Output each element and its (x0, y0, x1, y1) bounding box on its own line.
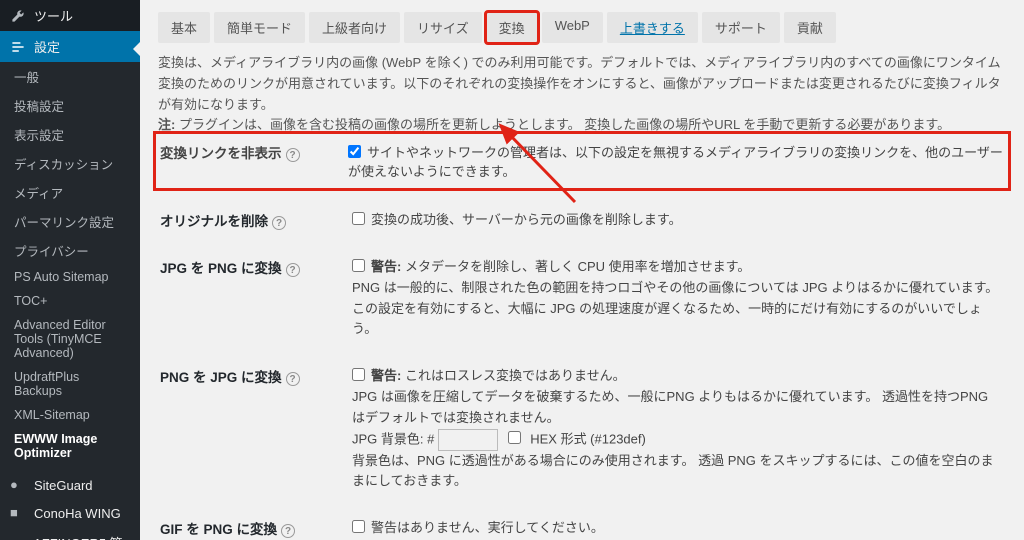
tab-5[interactable]: WebP (542, 12, 603, 43)
sidebar-sub-item[interactable]: 表示設定 (0, 120, 140, 149)
help-icon[interactable]: ? (286, 263, 300, 277)
jpg-to-png-row: JPG を PNG に変換? 警告: メタデータを削除し、著しく CPU 使用率… (160, 249, 1004, 356)
help-icon[interactable]: ? (286, 148, 300, 162)
png2jpg-checkbox[interactable] (352, 368, 365, 381)
intro-line1: 変換は、メディアライブラリ内の画像 (WebP を除く) でのみ利用可能です。デ… (158, 53, 1006, 115)
tab-8[interactable]: 貢献 (784, 12, 836, 43)
sidebar-item[interactable]: ■ ConoHa WING (0, 499, 140, 527)
jpg2png-desc: PNG は一般的に、制限された色の範囲を持つロゴやその他の画像については JPG… (352, 280, 998, 337)
tab-3[interactable]: リサイズ (404, 12, 482, 43)
hide-text: サイトやネットワークの管理者は、以下の設定を無視するメディアライブラリの変換リン… (348, 145, 1003, 179)
tab-0[interactable]: 基本 (158, 12, 210, 43)
tab-4[interactable]: 変換 (486, 12, 538, 43)
png2jpg-hexlabel: HEX 形式 (#123def) (527, 431, 646, 446)
hex-checkbox[interactable] (508, 431, 521, 444)
jpg2png-warn: 警告: (371, 259, 401, 274)
admin-sidebar: ツール 設定 一般投稿設定表示設定ディスカッションメディアパーマリンク設定プライ… (0, 0, 140, 540)
del-text: 変換の成功後、サーバーから元の画像を削除します。 (371, 212, 682, 227)
hide-label: 変換リンクを非表示 (160, 146, 282, 161)
png2jpg-warn: 警告: (371, 368, 401, 383)
del-checkbox[interactable] (352, 212, 365, 225)
help-icon[interactable]: ? (286, 372, 300, 386)
hide-checkbox[interactable] (348, 145, 361, 158)
sidebar-item[interactable]: ● SiteGuard (0, 471, 140, 499)
hex-input[interactable] (438, 429, 498, 451)
current-indicator (133, 42, 140, 56)
intro-note: プラグインは、画像を含む投稿の画像の場所を更新しようとします。 変換した画像の場… (175, 117, 950, 132)
sidebar-sub-item[interactable]: パーマリンク設定 (0, 207, 140, 236)
hide-conversion-links-row: 変換リンクを非表示? サイトやネットワークの管理者は、以下の設定を無視するメディ… (158, 136, 1006, 186)
png2jpg-wtext: これはロスレス変換ではありません。 (401, 368, 625, 383)
sidebar-sub-item[interactable]: メディア (0, 178, 140, 207)
gif-to-png-row: GIF を PNG に変換? 警告はありません、実行してください。 一般に PN… (160, 510, 1004, 540)
sidebar-sub-item[interactable]: XML-Sitemap (0, 403, 140, 427)
png2jpg-desc: JPG は画像を圧縮してデータを破棄するため、一般にPNG よりもはるかに優れて… (352, 389, 988, 425)
sliders-icon (10, 39, 26, 55)
help-icon[interactable]: ? (281, 524, 295, 538)
jpg2png-label: JPG を PNG に変換 (160, 261, 282, 276)
del-label: オリジナルを削除 (160, 214, 268, 229)
png-to-jpg-row: PNG を JPG に変換? 警告: これはロスレス変換ではありません。 JPG… (160, 358, 1004, 508)
tab-1[interactable]: 簡単モード (214, 12, 305, 43)
sidebar-sub-item[interactable]: PS Auto Sitemap (0, 265, 140, 289)
sidebar-sub-item[interactable]: Advanced Editor Tools (TinyMCE Advanced) (0, 313, 140, 365)
menu-icon: ● (10, 477, 26, 493)
intro-note-label: 注: (158, 117, 175, 132)
sidebar-sub-item[interactable]: TOC+ (0, 289, 140, 313)
sidebar-sub-item[interactable]: EWWW Image Optimizer (0, 427, 140, 465)
sidebar-label: 設定 (34, 37, 60, 56)
sidebar-sub-item[interactable]: プライバシー (0, 236, 140, 265)
sidebar-item-tools[interactable]: ツール (0, 0, 140, 31)
settings-main: 基本簡単モード上級者向けリサイズ変換WebP上書きするサポート貢献 変換は、メデ… (140, 0, 1024, 540)
delete-original-row: オリジナルを削除? 変換の成功後、サーバーから元の画像を削除します。 (160, 202, 1004, 247)
sidebar-sub-item[interactable]: 一般 (0, 62, 140, 91)
tab-6[interactable]: 上書きする (607, 12, 698, 43)
sidebar-label: AFFINGER5 管理 (33, 533, 130, 540)
sidebar-sub-item[interactable]: 投稿設定 (0, 91, 140, 120)
tab-2[interactable]: 上級者向け (309, 12, 400, 43)
png2jpg-label: PNG を JPG に変換 (160, 370, 282, 385)
png2jpg-bglabel: JPG 背景色: # (352, 431, 434, 446)
sidebar-label: ConoHa WING (34, 506, 121, 521)
intro-text: 変換は、メディアライブラリ内の画像 (WebP を除く) でのみ利用可能です。デ… (158, 53, 1006, 136)
gif2png-text: 警告はありません、実行してください。 (371, 520, 604, 535)
sidebar-sub-item[interactable]: ディスカッション (0, 149, 140, 178)
sidebar-label: ツール (34, 6, 73, 25)
sidebar-item[interactable]: ⚙AFFINGER5 管理 (0, 527, 140, 540)
sidebar-sub-item[interactable]: UpdraftPlus Backups (0, 365, 140, 403)
png2jpg-desc2: 背景色は、PNG に透過性がある場合にのみ使用されます。 透過 PNG をスキッ… (352, 453, 994, 489)
jpg2png-wtext: メタデータを削除し、著しく CPU 使用率を増加させます。 (401, 259, 750, 274)
tabs: 基本簡単モード上級者向けリサイズ変換WebP上書きするサポート貢献 (158, 12, 1006, 43)
wrench-icon (10, 8, 26, 24)
gif2png-checkbox[interactable] (352, 520, 365, 533)
jpg2png-checkbox[interactable] (352, 259, 365, 272)
sidebar-label: SiteGuard (34, 478, 93, 493)
sidebar-item-settings[interactable]: 設定 (0, 31, 140, 62)
tab-7[interactable]: サポート (702, 12, 780, 43)
menu-icon: ■ (10, 505, 26, 521)
help-icon[interactable]: ? (272, 216, 286, 230)
gif2png-label: GIF を PNG に変換 (160, 522, 277, 537)
